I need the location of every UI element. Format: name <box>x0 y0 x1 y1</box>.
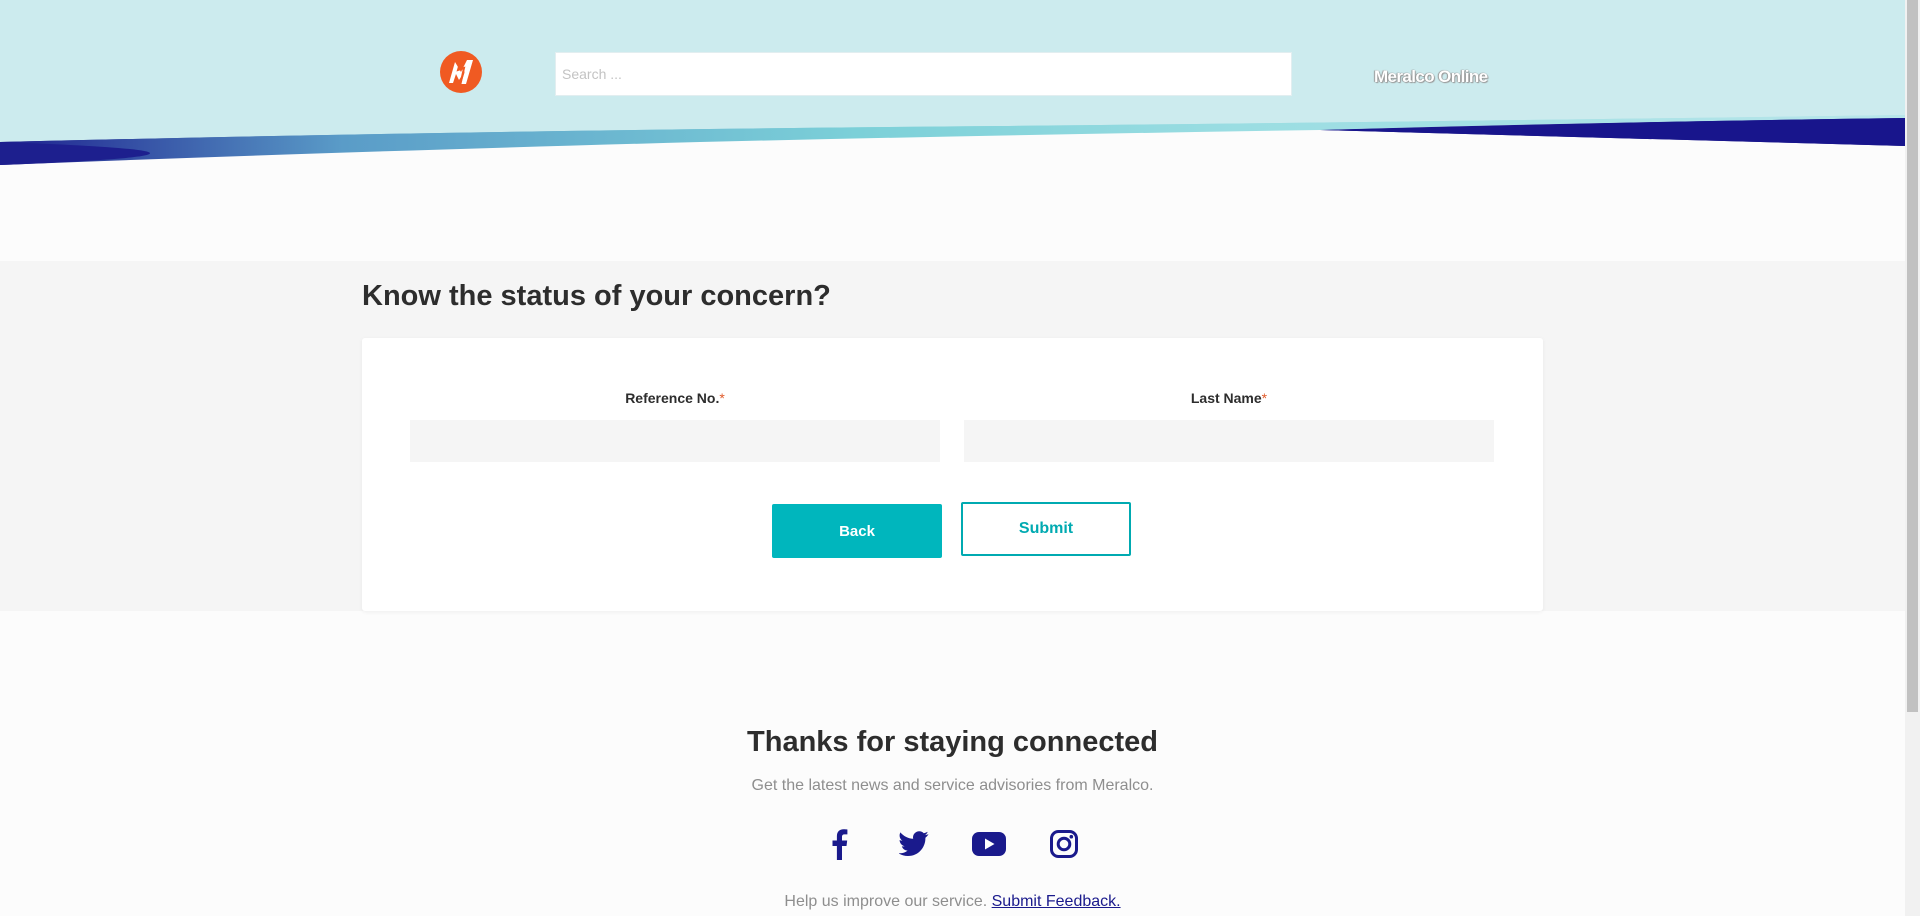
search-input[interactable] <box>555 52 1292 96</box>
twitter-icon[interactable] <box>896 826 932 862</box>
site-header: Meralco Online <box>0 0 1905 166</box>
page-scrollbar[interactable] <box>1905 0 1920 916</box>
footer-title: Thanks for staying connected <box>747 726 1158 758</box>
reference-no-label: Reference No.* <box>625 390 725 406</box>
last-name-label: Last Name* <box>1190 390 1268 406</box>
meralco-online-link[interactable]: Meralco Online <box>1374 67 1488 87</box>
instagram-icon[interactable] <box>1046 826 1082 862</box>
back-button[interactable]: Back <box>772 504 942 558</box>
meralco-logo-icon[interactable] <box>439 50 483 94</box>
status-form-card: Reference No.* Last Name* Back Submit <box>362 338 1543 611</box>
submit-feedback-link[interactable]: Submit Feedback. <box>992 893 1121 910</box>
footer-subtitle: Get the latest news and service advisori… <box>751 777 1154 794</box>
page-title: Know the status of your concern? <box>362 280 831 312</box>
required-mark: * <box>719 390 725 406</box>
scrollbar-thumb[interactable] <box>1907 0 1918 712</box>
facebook-icon[interactable] <box>821 826 857 862</box>
submit-button[interactable]: Submit <box>961 502 1131 556</box>
last-name-input[interactable] <box>964 420 1494 462</box>
required-mark: * <box>1261 390 1268 406</box>
feedback-line: Help us improve our service. Submit Feed… <box>784 893 1121 910</box>
youtube-icon[interactable] <box>971 826 1007 862</box>
reference-no-input[interactable] <box>410 420 940 462</box>
